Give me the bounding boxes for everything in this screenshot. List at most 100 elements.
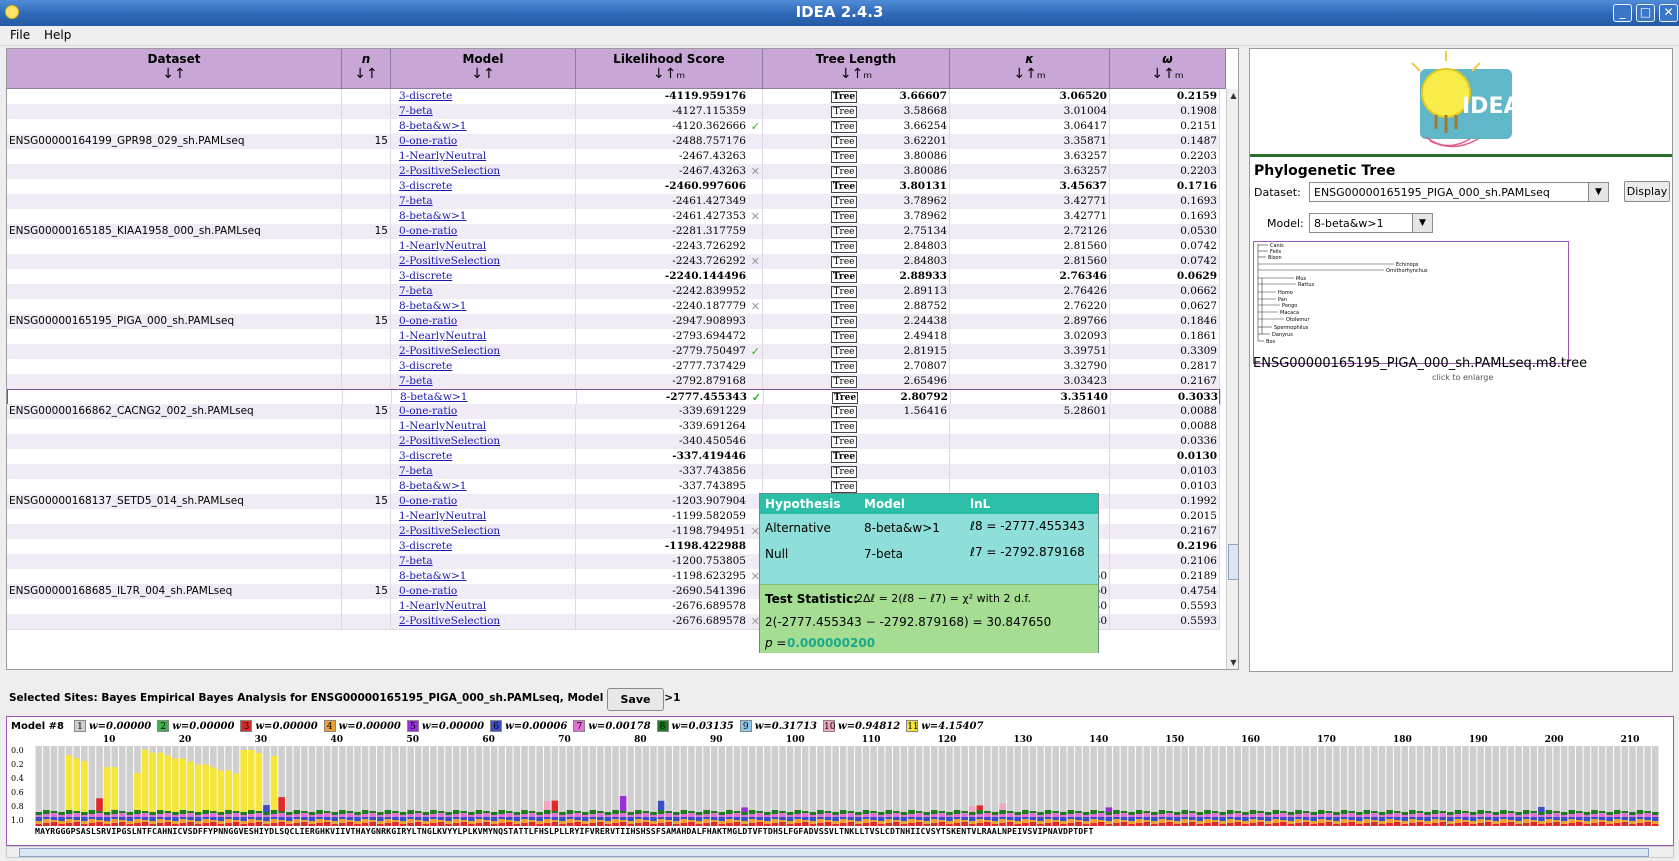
model-link[interactable]: 7-beta [399,195,433,207]
model-link[interactable]: 1-NearlyNeutral [399,330,486,342]
menu-help[interactable]: Help [44,28,71,42]
model-link[interactable]: 2-PositiveSelection [399,165,500,177]
sort-arrows-icon[interactable]: ↓↑ [7,66,341,82]
tree-caption[interactable]: ENSG00000165195_PIGA_000_sh.PAMLseq.m8.t… [1253,356,1587,371]
tree-button[interactable]: Tree [831,256,857,268]
table-row[interactable]: 3-discrete -2777.737429 Tree 2.70807 3.32790… [7,359,1220,375]
model-link[interactable]: 8-beta&w>1 [399,120,466,132]
cell-model[interactable]: 3-discrete [391,539,576,555]
cell-model[interactable]: 1-NearlyNeutral [391,419,576,435]
model-link[interactable]: 8-beta&w>1 [399,210,466,222]
model-link[interactable]: 0-one-ratio [399,495,457,507]
cell-model[interactable]: 2-PositiveSelection [391,434,576,450]
table-row[interactable]: ENSG00000166862_CACNG2_002_sh.PAMLseq 15 0… [7,404,1220,420]
cell-model[interactable]: 7-beta [391,104,576,120]
cell-model[interactable]: 0-one-ratio [391,584,576,600]
table-row[interactable]: 8-beta&w>1 -2777.455343 ✓ Tree 2.80792 3.3514… [7,389,1221,406]
cell-model[interactable]: 2-PositiveSelection [391,524,576,540]
maximize-button[interactable]: □ [1636,4,1655,22]
cell-model[interactable]: 3-discrete [391,449,576,465]
close-button[interactable]: ✕ [1659,4,1678,22]
tree-button[interactable]: Tree [831,286,857,298]
table-row[interactable]: 3-discrete -337.419446 Tree 0.0130 [7,449,1220,465]
table-row[interactable]: 8-beta&w>1 -2461.427353 ✕ Tree 3.78962 3.4277… [7,209,1220,225]
tree-button[interactable]: Tree [831,436,857,448]
cell-model[interactable]: 2-PositiveSelection [391,254,576,270]
model-link[interactable]: 8-beta&w>1 [399,480,466,492]
model-select[interactable]: 8-beta&w>1 ▼ [1309,213,1433,233]
cell-model[interactable]: 3-discrete [391,269,576,285]
cell-model[interactable]: 3-discrete [391,359,576,375]
tree-thumbnail[interactable]: Canis Felis Bison Echinops Ornithorhynchus Mu… [1253,241,1569,364]
model-link[interactable]: 7-beta [399,555,433,567]
plot-scrollbar[interactable] [6,846,1674,858]
display-button[interactable]: Display [1624,181,1670,202]
model-link[interactable]: 1-NearlyNeutral [399,150,486,162]
table-row[interactable]: 1-NearlyNeutral -2793.694472 Tree 2.49418 3.… [7,329,1220,345]
model-link[interactable]: 1-NearlyNeutral [399,240,486,252]
model-link[interactable]: 3-discrete [399,360,452,372]
cell-model[interactable]: 8-beta&w>1 [391,479,576,495]
table-row[interactable]: 7-beta -2242.839952 Tree 2.89113 2.76426 0.06… [7,284,1220,300]
tree-button[interactable]: Tree [831,301,857,313]
model-link[interactable]: 2-PositiveSelection [399,345,500,357]
model-link[interactable]: 8-beta&w>1 [400,391,467,403]
sort-histogram-icon[interactable]: ↓↑ₘ [950,66,1109,82]
cell-model[interactable]: 8-beta&w>1 [391,209,576,225]
cell-model[interactable]: 3-discrete [391,179,576,195]
sort-arrows-icon[interactable]: ↓↑ [342,66,390,82]
tree-button[interactable]: Tree [831,121,857,133]
cell-model[interactable]: 0-one-ratio [391,494,576,510]
table-row[interactable]: 1-NearlyNeutral -2467.43263 Tree 3.80086 3.6… [7,149,1220,165]
cell-model[interactable]: 2-PositiveSelection [391,614,576,630]
table-row[interactable]: 8-beta&w>1 -2240.187779 ✕ Tree 2.88752 2.7622… [7,299,1220,315]
tree-button[interactable]: Tree [831,331,857,343]
header-likelihood[interactable]: Likelihood Score ↓↑ₘ [576,49,763,89]
model-link[interactable]: 7-beta [399,285,433,297]
menu-file[interactable]: File [10,28,30,42]
tree-button[interactable]: Tree [831,316,857,328]
model-link[interactable]: 1-NearlyNeutral [399,420,486,432]
tree-button[interactable]: Tree [831,241,857,253]
model-link[interactable]: 0-one-ratio [399,315,457,327]
cell-model[interactable]: 8-beta&w>1 [391,299,576,315]
cell-model[interactable]: 1-NearlyNeutral [391,599,576,615]
model-link[interactable]: 3-discrete [399,90,452,102]
sort-histogram-icon[interactable]: ↓↑ₘ [576,66,762,82]
sort-arrows-icon[interactable]: ↓↑ [391,66,575,82]
table-row[interactable]: 7-beta -4127.115359 Tree 3.58668 3.01004 0.19… [7,104,1220,120]
tree-button[interactable]: Tree [831,211,857,223]
dataset-select[interactable]: ENSG00000165195_PIGA_000_sh.PAMLseq ▼ [1309,182,1609,202]
minimize-button[interactable]: _ [1613,4,1632,22]
table-row[interactable]: 3-discrete -2240.144496 Tree 2.88933 2.76346… [7,269,1220,285]
tree-button[interactable]: Tree [831,361,857,373]
tree-button[interactable]: Tree [831,91,857,103]
scroll-down-icon[interactable]: ▼ [1227,656,1238,669]
table-row[interactable]: 2-PositiveSelection -2243.726292 ✕ Tree 2.84… [7,254,1220,270]
tree-button[interactable]: Tree [831,451,857,463]
tree-button[interactable]: Tree [831,151,857,163]
model-link[interactable]: 7-beta [399,105,433,117]
table-scrollbar[interactable]: ▲ ▼ [1226,89,1238,669]
table-row[interactable]: 7-beta -2792.879168 Tree 2.65496 3.03423 0.21… [7,374,1220,390]
tree-button[interactable]: Tree [831,346,857,358]
model-link[interactable]: 0-one-ratio [399,225,457,237]
tree-button[interactable]: Tree [832,392,858,404]
header-kappa[interactable]: κ ↓↑ₘ [950,49,1110,89]
model-link[interactable]: 1-NearlyNeutral [399,600,486,612]
cell-model[interactable]: 1-NearlyNeutral [391,509,576,525]
table-row[interactable]: 1-NearlyNeutral -339.691264 Tree 0.0088 [7,419,1220,435]
model-link[interactable]: 0-one-ratio [399,585,457,597]
header-n[interactable]: n ↓↑ [342,49,391,89]
cell-model[interactable]: 7-beta [391,284,576,300]
cell-model[interactable]: 1-NearlyNeutral [391,329,576,345]
table-row[interactable]: 7-beta -2461.427349 Tree 3.78962 3.42771 0.16… [7,194,1220,210]
header-dataset[interactable]: Dataset ↓↑ [7,49,342,89]
sort-histogram-icon[interactable]: ↓↑ₘ [763,66,949,82]
cell-model[interactable]: 2-PositiveSelection [391,164,576,180]
cell-model[interactable]: 0-one-ratio [391,404,576,420]
cell-model[interactable]: 7-beta [391,464,576,480]
tree-button[interactable]: Tree [831,106,857,118]
table-row[interactable]: 1-NearlyNeutral -2243.726292 Tree 2.84803 2.… [7,239,1220,255]
cell-model[interactable]: 8-beta&w>1 [391,569,576,585]
